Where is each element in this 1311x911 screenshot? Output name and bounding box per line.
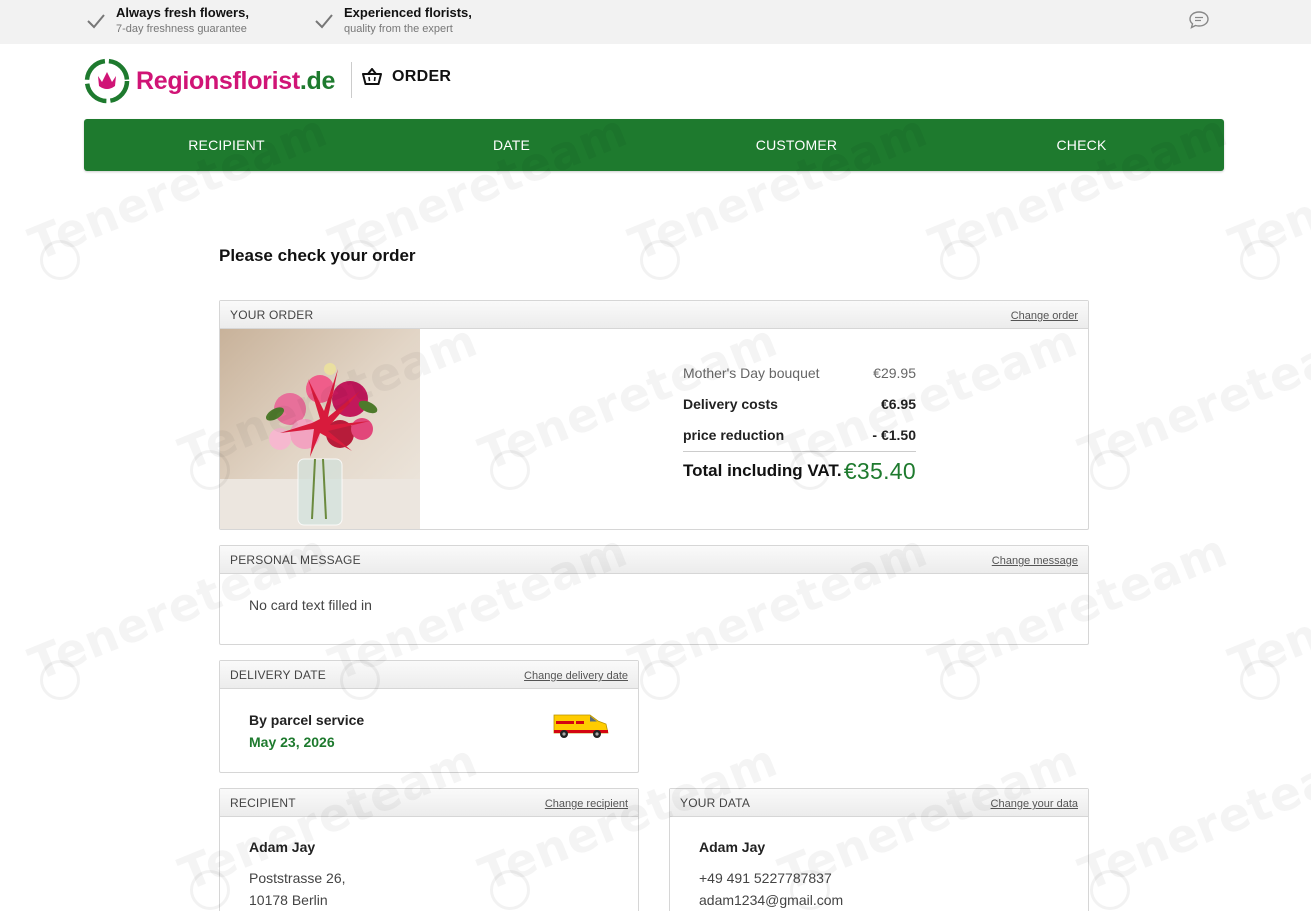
usp-freshness: Always fresh flowers, 7-day freshness gu…	[86, 5, 249, 37]
panel-header: YOUR ORDER Change order	[220, 301, 1088, 329]
price-amount: - €1.50	[872, 427, 916, 444]
watermark-rose-icon	[940, 660, 980, 700]
your-data-panel: YOUR DATA Change your data Adam Jay +49 …	[669, 788, 1089, 911]
step-recipient[interactable]: RECIPIENT	[84, 119, 369, 171]
panel-title: RECIPIENT	[230, 795, 296, 810]
price-row-delivery: Delivery costs €6.95	[683, 389, 916, 421]
recipient-name: Adam Jay	[249, 839, 316, 855]
card-text: No card text filled in	[249, 597, 372, 613]
watermark-rose-icon	[40, 660, 80, 700]
recipient-panel: RECIPIENT Change recipient Adam Jay Post…	[219, 788, 639, 911]
watermark-rose-icon	[1090, 450, 1130, 490]
recipient-street: Poststrasse 26,	[249, 870, 346, 886]
change-message-link[interactable]: Change message	[992, 555, 1078, 567]
watermark-rose-icon	[1240, 240, 1280, 280]
panel-header: DELIVERY DATE Change delivery date	[220, 661, 638, 689]
total-row: Total including VAT. €35.40	[683, 458, 916, 485]
total-label: Total including VAT.	[683, 461, 842, 480]
basket-icon	[362, 68, 382, 85]
check-icon	[87, 14, 105, 29]
change-your-data-link[interactable]: Change your data	[991, 798, 1078, 810]
usp-bar: Always fresh flowers, 7-day freshness gu…	[0, 0, 1311, 44]
change-recipient-link[interactable]: Change recipient	[545, 798, 628, 810]
panel-title: DELIVERY DATE	[230, 667, 326, 682]
customer-phone: +49 491 5227787837	[699, 870, 832, 886]
panel-header: PERSONAL MESSAGE Change message	[220, 546, 1088, 574]
price-row-reduction: price reduction - €1.50	[683, 420, 916, 452]
usp-title: Experienced florists,	[344, 5, 472, 20]
change-delivery-date-link[interactable]: Change delivery date	[524, 670, 628, 682]
watermark-rose-icon	[940, 240, 980, 280]
delivery-method: By parcel service	[249, 712, 365, 728]
price-row-bouquet: Mother's Day bouquet €29.95	[683, 357, 916, 389]
panel-header: RECIPIENT Change recipient	[220, 789, 638, 817]
header-divider	[351, 62, 352, 98]
panel-title: YOUR DATA	[680, 795, 751, 810]
brand-tld: .de	[299, 66, 336, 95]
order-panel: YOUR ORDER Change order Mother's Day bou…	[219, 300, 1089, 530]
panel-header: YOUR DATA Change your data	[670, 789, 1088, 817]
usp-title: Always fresh flowers,	[116, 5, 249, 20]
watermark-rose-icon	[640, 660, 680, 700]
price-label: price reduction	[683, 427, 785, 444]
watermark-rose-icon	[1240, 660, 1280, 700]
check-icon	[315, 14, 333, 29]
usp-subtitle: quality from the expert	[344, 23, 453, 35]
recipient-city: 10178 Berlin	[249, 892, 328, 908]
panel-title: PERSONAL MESSAGE	[230, 552, 361, 567]
order-header: ORDER	[362, 68, 451, 86]
price-label: Mother's Day bouquet	[683, 364, 820, 381]
customer-name: Adam Jay	[699, 839, 766, 855]
checkout-steps: RECIPIENT DATE CUSTOMER CHECK	[84, 119, 1224, 171]
watermark-text: Tenereteam	[1071, 313, 1311, 482]
watermark-rose-icon	[640, 240, 680, 280]
logo-wordmark: Regionsflorist.de	[136, 67, 335, 96]
step-date[interactable]: DATE	[369, 119, 654, 171]
step-customer[interactable]: CUSTOMER	[654, 119, 939, 171]
price-amount: €29.95	[873, 364, 916, 381]
page-title: Please check your order	[219, 246, 416, 265]
brand-name: Regionsflorist	[136, 66, 300, 95]
customer-email: adam1234@gmail.com	[699, 892, 844, 908]
price-summary: Mother's Day bouquet €29.95 Delivery cos…	[683, 357, 916, 485]
tulip-logo-icon	[84, 58, 130, 104]
site-logo[interactable]: Regionsflorist.de	[84, 58, 335, 104]
watermark-rose-icon	[40, 240, 80, 280]
change-order-link[interactable]: Change order	[1011, 310, 1078, 322]
delivery-date: May 23, 2026	[249, 734, 335, 750]
usp-subtitle: 7-day freshness guarantee	[116, 23, 247, 35]
dhl-van-icon	[553, 714, 609, 738]
chat-bubble-icon[interactable]	[1188, 10, 1210, 30]
step-check[interactable]: CHECK	[939, 119, 1224, 171]
price-amount: €6.95	[880, 396, 916, 413]
watermark-text: Tenereteam	[1221, 103, 1311, 272]
watermark-text: Tenereteam	[1071, 733, 1311, 902]
usp-florists: Experienced florists, quality from the e…	[314, 5, 472, 37]
delivery-panel: DELIVERY DATE Change delivery date By pa…	[219, 660, 639, 773]
panel-title: YOUR ORDER	[230, 307, 314, 322]
price-label: Delivery costs	[683, 396, 778, 413]
total-amount: €35.40	[843, 457, 916, 484]
watermark-rose-icon	[1090, 870, 1130, 910]
bouquet-image	[220, 329, 420, 529]
order-label: ORDER	[392, 68, 452, 85]
message-panel: PERSONAL MESSAGE Change message No card …	[219, 545, 1089, 645]
watermark-text: Tenereteam	[1221, 523, 1311, 692]
